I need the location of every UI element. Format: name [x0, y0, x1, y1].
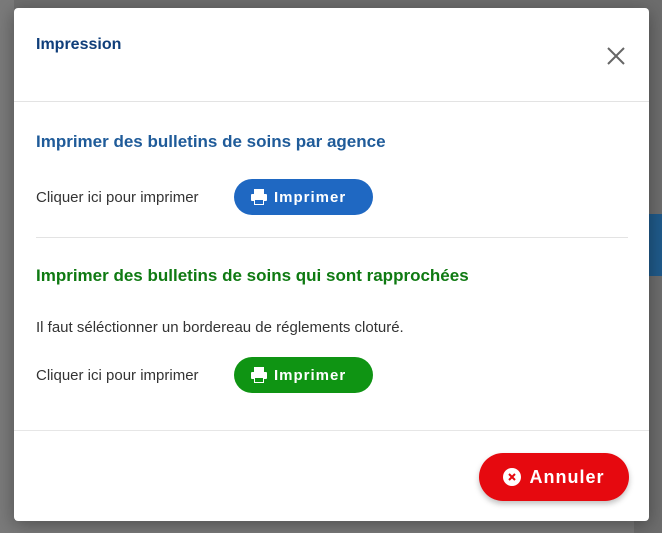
section-title-reconciled: Imprimer des bulletins de soins qui sont… — [36, 266, 469, 285]
background-overlay — [0, 0, 14, 533]
print-modal: Impression Imprimer des bulletins de soi… — [14, 8, 649, 521]
print-reconciled-button[interactable]: Imprimer — [234, 357, 373, 393]
section-divider — [36, 237, 628, 238]
printer-icon — [251, 189, 267, 205]
print-agency-button[interactable]: Imprimer — [234, 179, 373, 215]
cancel-circle-icon — [503, 468, 522, 486]
section-note: Il faut séléctionner un bordereau de rég… — [36, 319, 404, 336]
background-blue-strip — [648, 214, 662, 276]
footer-divider — [14, 430, 649, 431]
modal-title: Impression — [36, 36, 122, 53]
modal-header: Impression — [14, 8, 649, 102]
section-action-text-agency: Cliquer ici pour imprimer — [36, 189, 199, 206]
close-button[interactable] — [604, 44, 628, 68]
cancel-button[interactable]: Annuler — [479, 453, 629, 501]
background-footer-strip — [14, 520, 634, 533]
section-title-agency: Imprimer des bulletins de soins par agen… — [36, 132, 386, 151]
cancel-label: Annuler — [529, 466, 605, 487]
section-action-text-reconciled: Cliquer ici pour imprimer — [36, 367, 199, 384]
printer-icon — [251, 367, 267, 383]
print-agency-label: Imprimer — [274, 188, 347, 206]
print-reconciled-label: Imprimer — [274, 366, 347, 384]
close-icon — [607, 47, 625, 65]
